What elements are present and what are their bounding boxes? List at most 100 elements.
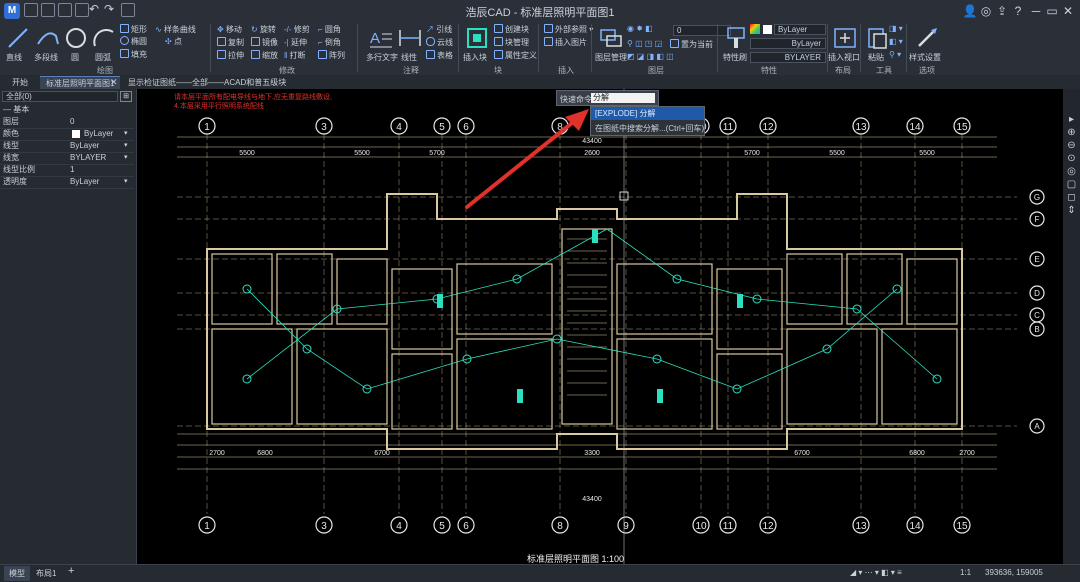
match-properties-label: 特性刷 [723,53,747,62]
scale-tool[interactable]: 缩放 [251,50,278,61]
color-dropdown[interactable]: ByLayer [774,24,826,35]
suggestion-search[interactable]: 在图纸中搜索分解...(Ctrl+回车) [595,123,704,134]
style-settings-label: 样式设置 [909,53,941,62]
distribution-box [657,389,663,403]
break-tool[interactable]: ‖ 打断 [284,50,306,61]
section-basic[interactable]: — 基本 [3,104,29,115]
extend-tool[interactable]: -| 延伸 [284,37,307,48]
add-layout-icon[interactable]: + [68,565,74,577]
grid-letter: F [1035,215,1040,224]
tab-drawing-1[interactable]: 标准层照明平面图1 [40,76,121,90]
separator [357,24,358,72]
property-row[interactable]: 透明度 ByLayer ▾ [0,176,134,189]
close-button[interactable]: ✕ [1059,2,1077,20]
chevron-down-icon[interactable]: ▾ [124,140,128,152]
tab-model[interactable]: 模型 [4,566,30,581]
tab-layout1[interactable]: 布局1 [36,568,56,579]
layer-more-icons[interactable]: ◩ ◪ ◨ ◧ ◫ [627,52,674,61]
attdef-tool[interactable]: 属性定义 [494,50,537,61]
grid-number: 4 [396,122,402,133]
move-tool[interactable]: ✥ 移动 [217,24,242,35]
separator [906,24,907,72]
line-icon [8,28,28,48]
stretch-tool[interactable]: 拉伸 [217,50,244,61]
quick-select-icon[interactable]: ⊞ [120,91,132,102]
dimension-text: 6800 [257,450,273,457]
property-value[interactable]: ByLayer [70,176,99,188]
grid-letter: D [1034,289,1040,298]
separator [538,24,539,72]
rotate-icon: ↻ [251,25,260,34]
insert-viewport-tool[interactable] [831,24,859,52]
chevron-down-icon[interactable]: ▾ [124,128,128,140]
separator [827,24,828,72]
color-wheel-icon[interactable] [750,24,760,34]
tab-drawing-2[interactable]: 显示检证图纸——全部——ACAD和普五级块 [122,76,292,89]
ellipse-tool[interactable]: 椭圆 [120,36,147,47]
floor-plan-drawing: 11334455668899101011111212131314141515GF… [177,89,1045,564]
rectangle-tool[interactable]: 矩形 [120,24,147,35]
tab-start[interactable]: 开始 [6,76,34,89]
status-toggle-icons[interactable]: ◢ ▾ ⋯ ▾ ◧ ▾ ≡ [850,568,902,577]
spline-tool[interactable]: ∿ 样条曲线 [155,24,196,35]
drawing-canvas[interactable]: 11334455668899101011111212131314141515GF… [137,89,1063,564]
suggestion-explode[interactable]: [EXPLODE] 分解 [591,107,704,120]
fillet-tool[interactable]: ⌐ 圆角 [318,24,341,35]
trim-tool[interactable]: -/- 修剪 [284,24,310,35]
chevron-down-icon[interactable]: ▾ [124,176,128,188]
style-settings-icon [918,28,937,47]
property-value[interactable]: ByLayer [84,128,113,140]
xref-tool[interactable]: 外部参照 ▾ [544,24,593,35]
scale-readout[interactable]: 1:1 [960,568,971,577]
copy-tool[interactable]: 复制 [217,37,244,48]
dimension-text: 3300 [584,450,600,457]
linetype-dropdown[interactable]: ByLayer [750,38,826,49]
paste-tool[interactable] [863,24,891,52]
nav-tools[interactable]: ▸ ⊕ ⊖ ⊙ ◎ ▢ ◻ ⇕ [1066,113,1077,217]
create-block-tool[interactable]: 创建块 [494,24,529,35]
tools-icons-row3[interactable]: ⚲ ▾ [889,50,901,59]
polyline-tool[interactable] [34,24,62,52]
tab-close-icon[interactable]: ✕ [110,77,118,88]
style-settings-tool[interactable] [913,24,941,52]
room-outline [616,338,713,430]
property-value[interactable]: ByLayer [70,140,99,152]
mtext-tool[interactable]: A [366,24,394,52]
property-value[interactable]: 0 [70,116,74,128]
arc-tool[interactable] [90,24,118,52]
mirror-tool[interactable]: 镜像 [251,37,278,48]
insert-image-tool[interactable]: 插入图片 [544,37,587,48]
set-current-layer[interactable]: 置为当前 [670,39,713,50]
tools-icons-row1[interactable]: ◨ ▾ [889,24,903,33]
help-icon[interactable]: ? [1009,2,1027,20]
block-manager-tool[interactable]: 块管理 [494,37,529,48]
selection-dropdown[interactable]: 全部(0) [2,91,118,102]
room-outline [716,268,783,350]
room-outline [846,253,903,325]
scale-icon [251,50,260,59]
match-properties-tool[interactable] [722,24,750,52]
chamfer-tool[interactable]: ⌐ 倒角 [318,37,341,48]
leader-icon: ↗ [426,25,437,34]
chevron-down-icon[interactable]: ▾ [124,152,128,164]
insert-block-tool[interactable] [463,24,491,52]
lineweight-dropdown[interactable]: BYLAYER [750,52,826,63]
layer-tools-icons[interactable]: ⚲ ◫ ◳ ◲ [627,39,662,48]
quick-command-input[interactable]: 分解 [591,93,655,103]
property-value[interactable]: BYLAYER [70,152,106,164]
layer-toggle-icons[interactable]: ◉ ✸ ◧ [627,24,653,33]
linear-dim-tool[interactable] [396,24,424,52]
layer-manager-tool[interactable] [597,24,625,52]
line-tool[interactable] [4,24,32,52]
grid-number: 8 [557,521,563,532]
rotate-tool[interactable]: ↻ 旋转 [251,24,276,35]
tools-icons-row2[interactable]: ◧ ▾ [889,37,903,46]
table-tool[interactable]: 表格 [426,50,453,61]
array-tool[interactable]: 阵列 [318,50,345,61]
point-tool[interactable]: ✣ 点 [165,36,182,47]
circle-tool[interactable] [62,24,90,52]
hatch-tool[interactable]: 填充 [120,49,147,60]
leader-tool[interactable]: ↗ 引线 [426,24,452,35]
property-value[interactable]: 1 [70,164,74,176]
revcloud-tool[interactable]: 云线 [426,37,453,48]
